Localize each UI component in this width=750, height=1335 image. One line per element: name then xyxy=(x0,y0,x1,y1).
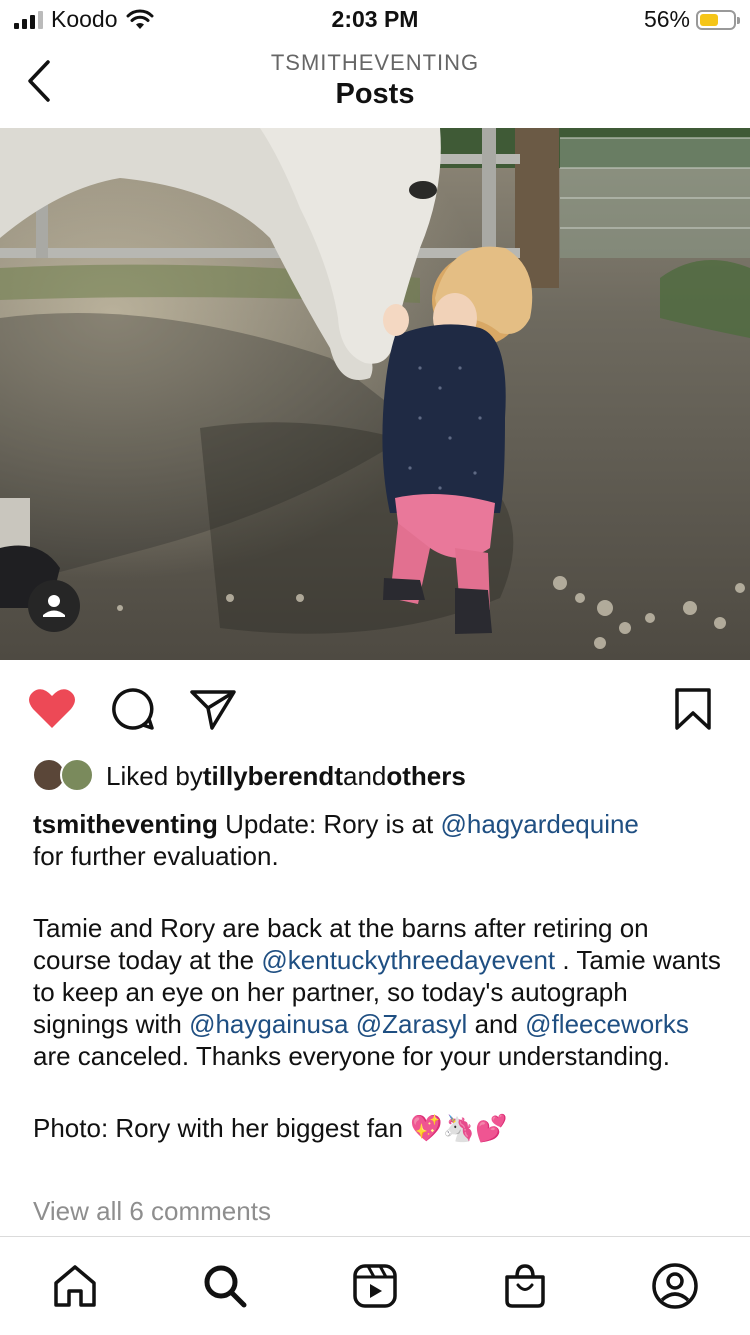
heart-icon[interactable] xyxy=(27,684,77,734)
liked-by-and: and xyxy=(342,760,387,791)
caption-text xyxy=(348,1009,355,1039)
clock: 2:03 PM xyxy=(331,6,419,32)
mention-link[interactable]: @fleeceworks xyxy=(525,1009,689,1039)
caption-line-2: for further evaluation. xyxy=(33,841,279,871)
battery-percent: 56% xyxy=(643,6,690,32)
liked-by-prefix: Liked by xyxy=(106,760,203,791)
share-icon[interactable] xyxy=(188,684,238,734)
caption-paragraph-2: Tamie and Rory are back at the barns aft… xyxy=(33,912,723,1072)
shop-icon[interactable] xyxy=(500,1261,550,1311)
caption-text: and xyxy=(467,1009,526,1039)
mention-link[interactable]: @hagyardequine xyxy=(440,809,638,839)
view-comments-link[interactable]: View all 6 comments xyxy=(33,1196,271,1227)
liked-by-others[interactable]: others xyxy=(386,761,465,792)
battery-group: 56% xyxy=(643,6,740,33)
mention-link[interactable]: @Zarasyl xyxy=(356,1009,468,1039)
caption-text: are canceled. Thanks everyone for your u… xyxy=(33,1041,670,1071)
battery-icon xyxy=(696,9,740,30)
comment-icon[interactable] xyxy=(108,684,158,734)
caption-paragraph-3: Photo: Rory with her biggest fan 💖🦄💕 xyxy=(33,1113,508,1143)
mention-link[interactable]: @haygainusa xyxy=(189,1009,348,1039)
photo-illustration xyxy=(0,128,750,660)
post-actions xyxy=(0,660,750,756)
nav-header: TSMITHEVENTING Posts xyxy=(0,42,750,128)
avatar xyxy=(60,758,94,792)
post-caption: tsmitheventing Update: Rory is at @hagya… xyxy=(33,808,723,1144)
bottom-tab-bar xyxy=(0,1236,750,1335)
liked-by-user[interactable]: tillyberendt xyxy=(203,761,343,792)
post-photo[interactable] xyxy=(0,128,750,660)
mention-link[interactable]: @kentuckythreedayevent xyxy=(261,945,555,975)
caption-username[interactable]: tsmitheventing xyxy=(33,809,218,839)
search-icon[interactable] xyxy=(200,1261,250,1311)
page-title: Posts xyxy=(335,78,415,110)
status-bar: Koodo 2:03 PM 56% xyxy=(0,0,750,42)
liker-avatars xyxy=(32,758,96,794)
caption-line-1: tsmitheventing Update: Rory is at @hagya… xyxy=(33,808,723,840)
liked-by-row[interactable]: Liked by tillyberendt and others xyxy=(32,758,466,794)
bookmark-icon[interactable] xyxy=(668,684,718,734)
account-name: TSMITHEVENTING xyxy=(270,50,480,75)
person-icon xyxy=(43,595,65,617)
home-icon[interactable] xyxy=(50,1261,100,1311)
reels-icon[interactable] xyxy=(350,1261,400,1311)
tagged-people-button[interactable] xyxy=(28,580,80,632)
caption-text: Update: Rory is at xyxy=(217,809,441,839)
profile-icon[interactable] xyxy=(650,1261,700,1311)
